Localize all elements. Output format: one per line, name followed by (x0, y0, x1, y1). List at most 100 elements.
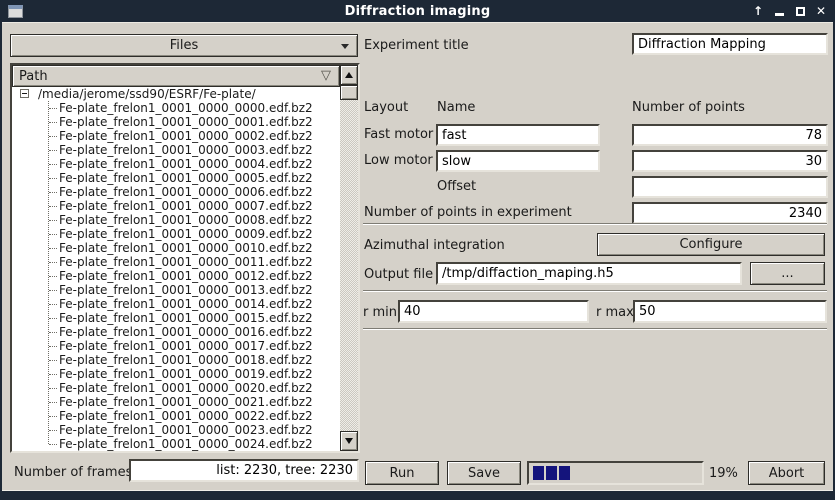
offset-label: Offset (437, 176, 476, 198)
experiment-title-input[interactable] (632, 33, 828, 55)
shade-button[interactable]: ↑ (752, 4, 764, 18)
tree-file-label: Fe-plate_frelon1_0001_0000_0021.edf.bz2 (59, 395, 313, 409)
scroll-down-button[interactable] (340, 431, 358, 451)
r-max-input[interactable] (633, 300, 827, 323)
tree-file-item[interactable]: Fe-plate_frelon1_0001_0000_0020.edf.bz2 (12, 381, 340, 395)
save-button[interactable]: Save (447, 461, 521, 485)
tree-file-item[interactable]: Fe-plate_frelon1_0001_0000_0012.edf.bz2 (12, 269, 340, 283)
file-tree: Path ▽ /media/jerome/ssd90/ESRF/Fe-plate… (10, 63, 360, 453)
tree-file-label: Fe-plate_frelon1_0001_0000_0022.edf.bz2 (59, 409, 313, 423)
tree-file-item[interactable]: Fe-plate_frelon1_0001_0000_0022.edf.bz2 (12, 409, 340, 423)
tree-file-item[interactable]: Fe-plate_frelon1_0001_0000_0019.edf.bz2 (12, 367, 340, 381)
column-header-layout: Layout (364, 100, 408, 115)
progress-bar (527, 461, 704, 485)
collapse-icon[interactable] (20, 89, 29, 98)
azimuthal-integration-label: Azimuthal integration (364, 238, 505, 253)
tree-root-label: /media/jerome/ssd90/ESRF/Fe-plate/ (38, 87, 256, 101)
n-points-input[interactable] (632, 202, 828, 224)
main-window: Files Path ▽ /media/jerome/ssd90/ESRF/Fe… (2, 22, 833, 491)
tree-file-label: Fe-plate_frelon1_0001_0000_0017.edf.bz2 (59, 339, 313, 353)
tree-file-label: Fe-plate_frelon1_0001_0000_0003.edf.bz2 (59, 143, 313, 157)
tree-file-item[interactable]: Fe-plate_frelon1_0001_0000_0023.edf.bz2 (12, 423, 340, 437)
tree-file-item[interactable]: Fe-plate_frelon1_0001_0000_0010.edf.bz2 (12, 241, 340, 255)
tree-file-label: Fe-plate_frelon1_0001_0000_0013.edf.bz2 (59, 283, 313, 297)
tree-file-label: Fe-plate_frelon1_0001_0000_0005.edf.bz2 (59, 171, 313, 185)
maximize-button[interactable] (794, 4, 806, 18)
arrow-down-icon (345, 438, 353, 444)
tree-file-item[interactable]: Fe-plate_frelon1_0001_0000_0024.edf.bz2 (12, 437, 340, 451)
browse-button[interactable]: ... (750, 262, 825, 285)
file-list: Fe-plate_frelon1_0001_0000_0000.edf.bz2 … (12, 101, 340, 451)
tree-file-item[interactable]: Fe-plate_frelon1_0001_0000_0000.edf.bz2 (12, 101, 340, 115)
offset-input[interactable] (632, 176, 828, 198)
fast-motor-name-input[interactable] (436, 124, 600, 146)
minimize-icon (775, 13, 784, 16)
low-motor-name-input[interactable] (436, 150, 600, 172)
tree-file-item[interactable]: Fe-plate_frelon1_0001_0000_0006.edf.bz2 (12, 185, 340, 199)
r-min-label: r min (363, 305, 397, 320)
scroll-up-button[interactable] (340, 65, 358, 85)
tree-file-label: Fe-plate_frelon1_0001_0000_0015.edf.bz2 (59, 311, 313, 325)
r-min-input[interactable] (398, 300, 589, 323)
tree-file-label: Fe-plate_frelon1_0001_0000_0004.edf.bz2 (59, 157, 313, 171)
titlebar: Diffraction imaging ↑ ✕ (0, 0, 835, 22)
column-header-points: Number of points (632, 100, 745, 115)
tree-file-item[interactable]: Fe-plate_frelon1_0001_0000_0001.edf.bz2 (12, 115, 340, 129)
tree-file-item[interactable]: Fe-plate_frelon1_0001_0000_0005.edf.bz2 (12, 171, 340, 185)
tree-file-label: Fe-plate_frelon1_0001_0000_0009.edf.bz2 (59, 227, 313, 241)
tree-file-item[interactable]: Fe-plate_frelon1_0001_0000_0007.edf.bz2 (12, 199, 340, 213)
tree-scrollbar[interactable] (340, 65, 358, 451)
minimize-button[interactable] (773, 4, 785, 18)
progress-percent-label: 19% (709, 466, 738, 481)
tree-file-item[interactable]: Fe-plate_frelon1_0001_0000_0002.edf.bz2 (12, 129, 340, 143)
tree-file-item[interactable]: Fe-plate_frelon1_0001_0000_0014.edf.bz2 (12, 297, 340, 311)
files-dropdown[interactable]: Files (10, 34, 358, 57)
tree-file-label: Fe-plate_frelon1_0001_0000_0012.edf.bz2 (59, 269, 313, 283)
tree-file-label: Fe-plate_frelon1_0001_0000_0007.edf.bz2 (59, 199, 313, 213)
tree-file-label: Fe-plate_frelon1_0001_0000_0018.edf.bz2 (59, 353, 313, 367)
tree-file-label: Fe-plate_frelon1_0001_0000_0016.edf.bz2 (59, 325, 313, 339)
tree-file-item[interactable]: Fe-plate_frelon1_0001_0000_0009.edf.bz2 (12, 227, 340, 241)
tree-file-item[interactable]: Fe-plate_frelon1_0001_0000_0018.edf.bz2 (12, 353, 340, 367)
tree-file-item[interactable]: Fe-plate_frelon1_0001_0000_0008.edf.bz2 (12, 213, 340, 227)
scrollbar-thumb[interactable] (340, 85, 358, 100)
abort-button[interactable]: Abort (748, 461, 825, 485)
tree-file-item[interactable]: Fe-plate_frelon1_0001_0000_0015.edf.bz2 (12, 311, 340, 325)
tree-root-item[interactable]: /media/jerome/ssd90/ESRF/Fe-plate/ (12, 87, 340, 101)
low-motor-points-input[interactable] (632, 150, 828, 172)
run-button[interactable]: Run (365, 461, 439, 485)
tree-file-label: Fe-plate_frelon1_0001_0000_0020.edf.bz2 (59, 381, 313, 395)
files-dropdown-label: Files (170, 38, 199, 53)
sort-indicator-icon: ▽ (321, 68, 331, 83)
window-title: Diffraction imaging (0, 4, 835, 19)
configure-button[interactable]: Configure (597, 233, 825, 256)
tree-file-item[interactable]: Fe-plate_frelon1_0001_0000_0016.edf.bz2 (12, 325, 340, 339)
close-button[interactable]: ✕ (815, 4, 827, 18)
tree-file-label: Fe-plate_frelon1_0001_0000_0000.edf.bz2 (59, 101, 313, 115)
tree-file-item[interactable]: Fe-plate_frelon1_0001_0000_0017.edf.bz2 (12, 339, 340, 353)
tree-file-label: Fe-plate_frelon1_0001_0000_0019.edf.bz2 (59, 367, 313, 381)
experiment-title-label: Experiment title (364, 38, 469, 53)
fast-motor-points-input[interactable] (632, 124, 828, 146)
maximize-icon (796, 7, 805, 16)
tree-file-label: Fe-plate_frelon1_0001_0000_0001.edf.bz2 (59, 115, 313, 129)
tree-file-item[interactable]: Fe-plate_frelon1_0001_0000_0004.edf.bz2 (12, 157, 340, 171)
output-file-input[interactable] (436, 262, 742, 285)
tree-file-label: Fe-plate_frelon1_0001_0000_0023.edf.bz2 (59, 423, 313, 437)
divider (363, 290, 827, 292)
frames-count-field[interactable] (129, 459, 359, 482)
tree-file-item[interactable]: Fe-plate_frelon1_0001_0000_0021.edf.bz2 (12, 395, 340, 409)
tree-column-header[interactable]: Path ▽ (12, 65, 340, 87)
column-header-name: Name (437, 100, 475, 115)
tree-file-label: Fe-plate_frelon1_0001_0000_0006.edf.bz2 (59, 185, 313, 199)
fast-motor-label: Fast motor (364, 124, 433, 146)
chevron-down-icon (341, 44, 349, 49)
tree-file-item[interactable]: Fe-plate_frelon1_0001_0000_0011.edf.bz2 (12, 255, 340, 269)
tree-file-item[interactable]: Fe-plate_frelon1_0001_0000_0013.edf.bz2 (12, 283, 340, 297)
tree-header-label: Path (19, 69, 48, 84)
tree-file-label: Fe-plate_frelon1_0001_0000_0014.edf.bz2 (59, 297, 313, 311)
divider (363, 223, 827, 225)
tree-file-item[interactable]: Fe-plate_frelon1_0001_0000_0003.edf.bz2 (12, 143, 340, 157)
progress-fill (533, 466, 570, 480)
output-file-label: Output file (364, 267, 433, 282)
